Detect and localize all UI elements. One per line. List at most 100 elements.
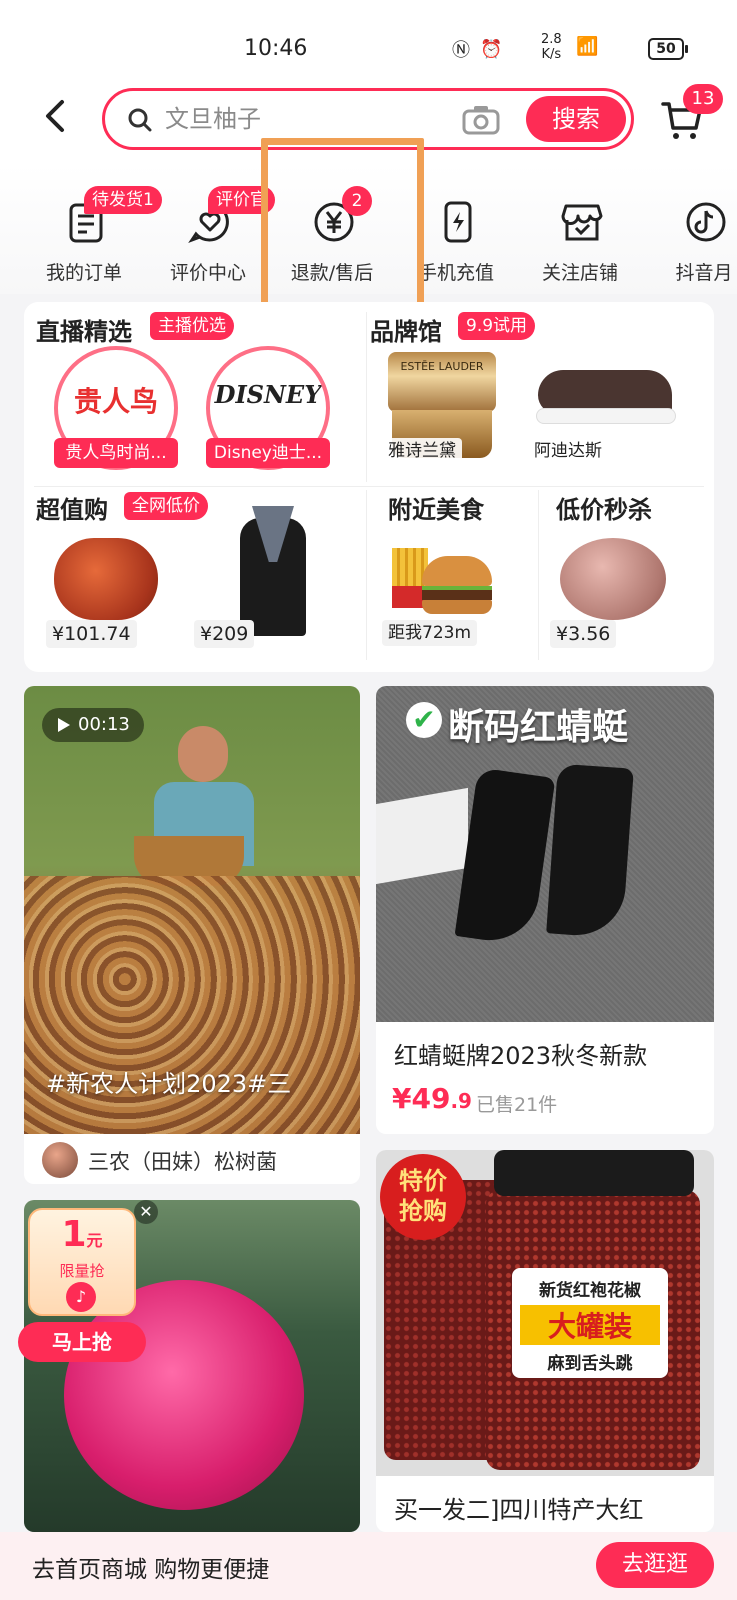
cream-jar-image: ESTĒE LAUDER xyxy=(388,352,496,412)
brand-label: 雅诗兰黛 xyxy=(382,438,462,464)
jar-label-bottom: 麻到舌头跳 xyxy=(547,1354,633,1374)
badge-line: 抢购 xyxy=(399,1197,447,1225)
adidas-product[interactable] xyxy=(534,354,676,434)
person-head xyxy=(178,726,228,782)
quick-item-label: 我的订单 xyxy=(45,262,122,284)
check-icon: ✔ xyxy=(406,702,442,738)
product-card[interactable]: ✔ 断码红蜻蜓 红蜻蜓牌2023秋冬新款 ¥49.9 已售21件 xyxy=(376,686,714,1134)
close-icon[interactable]: ✕ xyxy=(134,1200,158,1224)
back-icon[interactable] xyxy=(40,96,76,140)
jar-label: 新货红袍花椒 大罐装 麻到舌头跳 xyxy=(512,1268,668,1378)
speed-value: 2.8 xyxy=(541,32,562,47)
search-input[interactable] xyxy=(165,101,435,137)
boot-left xyxy=(454,767,556,947)
quick-item-orders[interactable]: 我的订单 待发货1 xyxy=(22,180,162,290)
search-button[interactable]: 搜索 xyxy=(526,96,626,142)
store-icon xyxy=(561,204,603,241)
speed-unit: K/s xyxy=(541,47,562,62)
sneaker-sole xyxy=(536,408,676,424)
product-price: ¥101.74 xyxy=(46,620,137,648)
brand-hall-tag: 9.9试用 xyxy=(458,312,536,340)
burger-patty xyxy=(422,586,492,600)
video-caption: #新农人计划2023#三 xyxy=(46,1070,292,1098)
special-offer-badge: 特价 抢购 xyxy=(380,1154,466,1240)
quick-item-badge: 评价官 xyxy=(208,186,275,214)
value-buy-title: 超值购 xyxy=(36,496,108,524)
douyin-logo-icon: ♪ xyxy=(66,1282,96,1312)
sold-count: 已售21件 xyxy=(476,1094,558,1116)
mushroom-image xyxy=(560,538,666,620)
product-price: ¥3.56 xyxy=(550,620,617,648)
wifi-signal-icon: 📶 xyxy=(576,36,599,57)
refund-count-badge: 2 xyxy=(342,186,372,216)
avatar[interactable] xyxy=(42,1142,78,1178)
burger-image xyxy=(392,538,492,622)
quick-item-followed-stores[interactable]: 关注店铺 xyxy=(518,180,642,290)
quick-item-reviews[interactable]: 评价中心 评价官 xyxy=(146,180,275,290)
dress-image[interactable] xyxy=(230,498,316,636)
price-main: ¥49 xyxy=(392,1082,451,1115)
douyin-monthly-icon xyxy=(686,202,726,242)
go-browse-button[interactable]: 去逛逛 xyxy=(596,1542,714,1588)
grab-coupon-button[interactable]: 马上抢 xyxy=(18,1322,146,1362)
product-image: ✔ 断码红蜻蜓 xyxy=(376,686,714,1022)
search-icon xyxy=(128,108,152,132)
alarm-icon: ⏰ xyxy=(480,38,503,60)
coupon-unit: 元 xyxy=(86,1231,103,1250)
price-decimal: .9 xyxy=(450,1089,472,1113)
bottom-mall-bar: 去首页商城 购物更便捷 去逛逛 xyxy=(0,1532,737,1600)
nfc-icon: Ⓝ xyxy=(452,40,470,61)
status-bar: 10:46 Ⓝ ⏰ 2.8 K/s 📶 50 xyxy=(0,0,737,84)
nearby-food-title: 附近美食 xyxy=(388,496,484,524)
flash-sale-title: 低价秒杀 xyxy=(556,496,652,524)
quick-item-label: 抖音月 xyxy=(675,262,733,284)
paper-sheet xyxy=(376,787,468,885)
product-price: ¥49.9 xyxy=(392,1082,472,1115)
live-brand-label: Disney迪士... xyxy=(206,438,330,468)
boot-right xyxy=(546,763,634,939)
video-duration: 00:13 xyxy=(42,708,144,742)
limited-coupon-widget[interactable]: 1元 限量抢 ♪ 马上抢 ✕ xyxy=(18,1200,158,1388)
badge-line: 特价 xyxy=(399,1167,447,1195)
cart-count-badge: 13 xyxy=(683,84,723,114)
quick-item-phone-recharge[interactable]: 手机充值 xyxy=(394,180,518,290)
search-header: 搜索 13 xyxy=(0,84,737,164)
estee-lauder-logo: ESTĒE LAUDER xyxy=(400,360,484,373)
search-bar[interactable]: 搜索 xyxy=(102,88,634,150)
quick-item-label: 关注店铺 xyxy=(541,262,618,284)
live-picks-tag: 主播优选 xyxy=(150,312,234,340)
promo-panel: 直播精选 主播优选 贵人鸟 贵人鸟时尚... DISNEY Disney迪士..… xyxy=(24,302,714,672)
jar-lid xyxy=(494,1150,694,1196)
product-title: 买一发二]四川特产大红 xyxy=(394,1496,644,1524)
status-icons: Ⓝ ⏰ xyxy=(452,36,502,62)
quick-item-label: 手机充值 xyxy=(417,262,494,284)
jar-label-top: 新货红袍花椒 xyxy=(539,1281,641,1301)
divider xyxy=(538,490,539,660)
quick-item-label: 退款/售后 xyxy=(290,262,374,284)
camera-icon[interactable] xyxy=(461,104,501,136)
product-card[interactable]: 新货红袍花椒 大罐装 麻到舌头跳 特价 抢购 买一发二]四川特产大红 xyxy=(376,1150,714,1532)
status-time: 10:46 xyxy=(244,36,308,61)
battery-icon: 50 xyxy=(648,38,688,60)
quick-item-refund[interactable]: 退款/售后 2 xyxy=(270,180,394,290)
product-banner: 断码红蜻蜓 xyxy=(448,707,629,748)
quick-item-douyin-monthly[interactable]: 抖音月 xyxy=(642,180,737,290)
divider xyxy=(34,486,704,487)
divider xyxy=(366,490,367,660)
phone-charge-icon xyxy=(444,201,472,243)
quick-access-row: 我的订单 待发货1 评价中心 评价官 退款/售后 2 手机充值 关注店铺 抖音月 xyxy=(0,164,737,294)
disney-logo: DISNEY xyxy=(214,380,322,409)
burger-bottom xyxy=(422,600,492,614)
live-picks-title: 直播精选 xyxy=(36,318,132,346)
brand-label: 阿迪达斯 xyxy=(528,438,608,464)
divider xyxy=(366,312,367,482)
coupon-limit-text: 限量抢 xyxy=(59,1262,105,1280)
quick-item-label: 评价中心 xyxy=(169,262,246,284)
product-price: ¥209 xyxy=(194,620,255,648)
food-distance: 距我723m xyxy=(382,620,478,646)
video-author[interactable]: 三农（田妹）松树菌 xyxy=(88,1146,277,1176)
network-speed: 2.8 K/s xyxy=(541,32,562,62)
guirenniao-logo: 贵人鸟 xyxy=(73,385,158,418)
crayfish-image[interactable] xyxy=(54,538,158,620)
video-card[interactable]: 00:13 #新农人计划2023#三 三农（田妹）松树菌 xyxy=(24,686,360,1184)
